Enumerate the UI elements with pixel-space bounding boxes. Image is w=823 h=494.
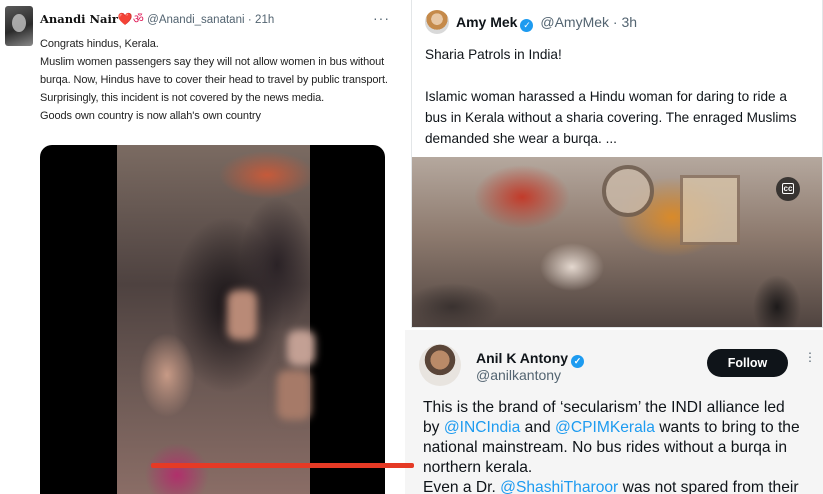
tweet-line: bus in Kerala without a sharia covering.… xyxy=(425,110,797,125)
bottom-right-tweet-screenshot: Anil K Antony ✓ @anilkantony Follow ⋮ Thi… xyxy=(405,330,823,494)
text: and xyxy=(520,419,555,436)
text: was not spared from their xyxy=(618,479,799,494)
captions-icon: cc xyxy=(781,183,795,194)
om-icon: ॐ xyxy=(132,12,144,26)
tweet-header: Anandi Nair❤️ॐ @Anandi_sanatani · 21h xyxy=(40,10,274,27)
tweet-line: by @INCIndia and @CPIMKerala wants to br… xyxy=(423,418,823,438)
blurred-face xyxy=(277,370,311,420)
tweet-line: Muslim women passengers say they will no… xyxy=(40,56,385,68)
more-options-icon[interactable]: ··· xyxy=(373,10,390,26)
avatar[interactable] xyxy=(425,10,449,34)
verified-badge-icon: ✓ xyxy=(520,19,534,32)
timestamp[interactable]: 21h xyxy=(255,14,274,26)
text: by xyxy=(423,419,444,436)
mention-link[interactable]: @ShashiTharoor xyxy=(500,479,618,494)
author-handle[interactable]: @AmyMek xyxy=(540,14,609,30)
separator: · xyxy=(612,14,618,30)
avatar[interactable] xyxy=(5,6,33,46)
more-options-icon[interactable]: ⋮ xyxy=(804,351,816,363)
blurred-face xyxy=(227,290,257,340)
wall-frame xyxy=(680,175,740,245)
top-right-tweet-screenshot: Amy Mek ✓ @AmyMek · 3h Sharia Patrols in … xyxy=(411,0,823,328)
tweet-line: national mainstream. No bus rides withou… xyxy=(423,439,788,456)
author-name[interactable]: Anil K Antony xyxy=(476,350,568,366)
mention-link[interactable]: @CPIMKerala xyxy=(555,419,655,436)
blurred-face xyxy=(287,330,315,366)
video-frame xyxy=(117,145,315,494)
tweet-line: Even a Dr. @ShashiTharoor was not spared… xyxy=(423,478,823,494)
tweet-line: This is the brand of ‘secularism’ the IN… xyxy=(423,399,785,416)
tweet-line: Goods own country is now allah's own cou… xyxy=(40,110,261,122)
tweet-text: This is the brand of ‘secularism’ the IN… xyxy=(423,398,823,494)
tweet-header: Amy Mek ✓ @AmyMek · 3h xyxy=(456,14,637,32)
avatar[interactable] xyxy=(419,344,461,386)
tweet-line: Islamic woman harassed a Hindu woman for… xyxy=(425,89,787,104)
heart-icon: ❤️ xyxy=(117,12,133,26)
left-tweet-screenshot: Anandi Nair❤️ॐ @Anandi_sanatani · 21h ··… xyxy=(0,0,405,494)
tweet-line: Surprisingly, this incident is not cover… xyxy=(40,92,325,104)
tweet-text: Congrats hindus, Kerala. Muslim women pa… xyxy=(40,35,388,125)
wall-clock xyxy=(602,165,654,217)
tweet-line: demanded she wear a burqa. ... xyxy=(425,131,617,146)
text: wants to bring to the xyxy=(654,419,800,436)
tweet-text: Sharia Patrols in India! Islamic woman h… xyxy=(425,44,817,149)
video-player[interactable] xyxy=(40,145,385,494)
captions-button[interactable]: cc xyxy=(776,177,800,201)
author-name[interactable]: Amy Mek xyxy=(456,14,517,30)
author-name[interactable]: Anandi Nair xyxy=(40,12,118,26)
red-highlight-underline xyxy=(151,463,414,468)
text: Even a Dr. xyxy=(423,479,501,494)
tweet-line: Congrats hindus, Kerala. xyxy=(40,38,159,50)
mention-link[interactable]: @INCIndia xyxy=(444,419,521,436)
separator: · xyxy=(247,14,252,26)
author-handle[interactable]: @anilkantony xyxy=(476,367,561,383)
verified-badge-icon: ✓ xyxy=(571,355,585,368)
tweet-line: northern kerala. xyxy=(423,459,533,476)
video-player[interactable] xyxy=(412,157,822,327)
author-handle[interactable]: @Anandi_sanatani xyxy=(147,14,244,26)
author-name-row: Anil K Antony ✓ xyxy=(476,350,587,368)
timestamp[interactable]: 3h xyxy=(621,14,637,30)
follow-button[interactable]: Follow xyxy=(707,349,788,377)
tweet-line: burqa. Now, Hindus have to cover their h… xyxy=(40,74,388,86)
tweet-line: Sharia Patrols in India! xyxy=(425,47,562,62)
